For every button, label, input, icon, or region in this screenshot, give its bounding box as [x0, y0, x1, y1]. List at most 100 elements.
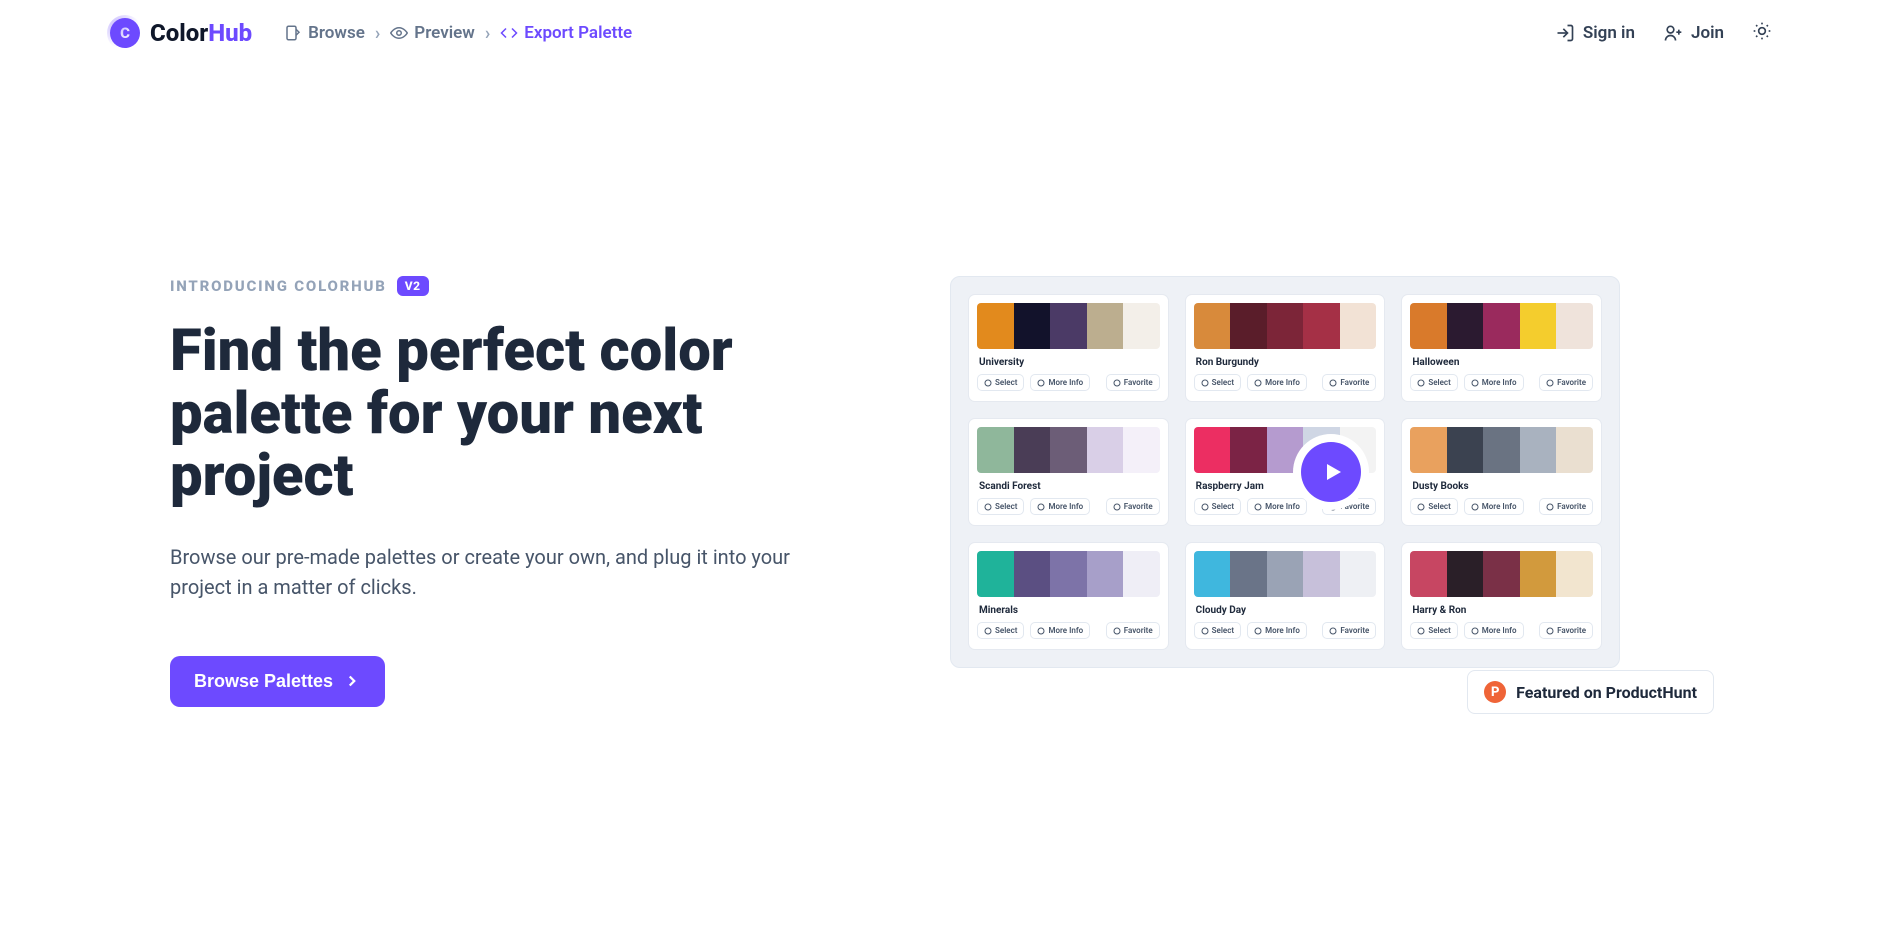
palette-name: Ron Burgundy	[1196, 357, 1375, 368]
swatches	[1410, 303, 1593, 349]
headline: Find the perfect color palette for your …	[170, 320, 810, 508]
play-button[interactable]	[1301, 442, 1361, 502]
more-info-button[interactable]: More Info	[1464, 498, 1524, 515]
palette-card: UniversitySelectMore InfoFavorite	[969, 295, 1168, 401]
swatch	[1483, 303, 1520, 349]
select-button[interactable]: Select	[977, 622, 1024, 639]
swatch	[1520, 303, 1557, 349]
swatch	[1194, 427, 1231, 473]
swatch	[1194, 551, 1231, 597]
swatches	[1410, 427, 1593, 473]
palette-actions: Select More Info Favorite	[1410, 374, 1593, 391]
nav-preview[interactable]: Preview	[390, 23, 475, 43]
swatch	[1014, 427, 1051, 473]
swatches	[1194, 303, 1377, 349]
version-badge: V2	[397, 276, 429, 296]
swatches	[1194, 551, 1377, 597]
breadcrumb: Browse › Preview › Export Palette	[284, 23, 632, 44]
palette-actions: Select More Info Favorite	[977, 374, 1160, 391]
swatch	[1087, 303, 1124, 349]
palette-card: HalloweenSelectMore InfoFavorite	[1402, 295, 1601, 401]
swatches	[977, 551, 1160, 597]
select-button[interactable]: Select	[1410, 498, 1457, 515]
favorite-button[interactable]: Favorite	[1539, 498, 1593, 515]
select-button[interactable]: Select	[1410, 374, 1457, 391]
swatch	[1303, 551, 1340, 597]
swatch	[1123, 551, 1160, 597]
preview-panel: UniversitySelectMore InfoFavoriteRon Bur…	[950, 276, 1712, 668]
swatch	[1014, 551, 1051, 597]
auth-actions: Sign in Join	[1555, 21, 1772, 46]
more-info-button[interactable]: More Info	[1464, 374, 1524, 391]
nav-export[interactable]: Export Palette	[500, 23, 632, 43]
palette-actions: Select More Info Favorite	[1194, 622, 1377, 639]
eyebrow: INTRODUCING COLORHUB V2	[170, 276, 890, 296]
browse-palettes-button[interactable]: Browse Palettes	[170, 656, 385, 707]
user-plus-icon	[1663, 23, 1683, 43]
select-button[interactable]: Select	[977, 498, 1024, 515]
more-info-button[interactable]: More Info	[1247, 622, 1307, 639]
logo-text: ColorHub	[150, 19, 252, 47]
swatch	[1050, 551, 1087, 597]
swatch	[1230, 551, 1267, 597]
nav-browse[interactable]: Browse	[284, 23, 365, 43]
more-info-button[interactable]: More Info	[1030, 622, 1090, 639]
swatch	[1267, 427, 1304, 473]
select-button[interactable]: Select	[1410, 622, 1457, 639]
select-button[interactable]: Select	[1194, 498, 1241, 515]
select-button[interactable]: Select	[1194, 622, 1241, 639]
palette-icon	[284, 24, 302, 42]
more-info-button[interactable]: More Info	[1247, 374, 1307, 391]
swatch	[977, 303, 1014, 349]
theme-toggle[interactable]	[1752, 21, 1772, 46]
code-icon	[500, 24, 518, 42]
swatch	[1520, 427, 1557, 473]
join-link[interactable]: Join	[1663, 23, 1724, 43]
favorite-button[interactable]: Favorite	[1106, 498, 1160, 515]
swatch	[1340, 551, 1377, 597]
select-button[interactable]: Select	[977, 374, 1024, 391]
palette-actions: Select More Info Favorite	[1410, 622, 1593, 639]
swatch	[1447, 551, 1484, 597]
swatch	[1123, 303, 1160, 349]
swatch	[1483, 551, 1520, 597]
favorite-button[interactable]: Favorite	[1106, 622, 1160, 639]
swatch	[1447, 303, 1484, 349]
favorite-button[interactable]: Favorite	[1322, 622, 1376, 639]
header: C ColorHub Browse › Preview › Export Pal…	[0, 0, 1882, 66]
palette-actions: SelectMore InfoFavorite	[1194, 498, 1377, 515]
swatch	[1483, 427, 1520, 473]
more-info-button[interactable]: More Info	[1030, 498, 1090, 515]
swatch	[1050, 303, 1087, 349]
swatch	[1410, 551, 1447, 597]
favorite-button[interactable]: Favorite	[1322, 374, 1376, 391]
producthunt-badge[interactable]: P Featured on ProductHunt	[1467, 670, 1714, 714]
more-info-button[interactable]: More Info	[1464, 622, 1524, 639]
swatch	[1050, 427, 1087, 473]
swatches	[977, 427, 1160, 473]
swatch	[1556, 427, 1593, 473]
swatch	[977, 551, 1014, 597]
select-button[interactable]: Select	[1194, 374, 1241, 391]
play-icon	[1321, 460, 1345, 484]
favorite-button[interactable]: Favorite	[1539, 374, 1593, 391]
favorite-button[interactable]: Favorite	[1539, 622, 1593, 639]
favorite-button[interactable]: Favorite	[1106, 374, 1160, 391]
logo[interactable]: C ColorHub	[110, 18, 252, 48]
palette-name: Dusty Books	[1412, 481, 1591, 492]
more-info-button[interactable]: More Info	[1247, 498, 1307, 515]
palette-name: Harry & Ron	[1412, 605, 1591, 616]
more-info-button[interactable]: More Info	[1030, 374, 1090, 391]
chevron-right-icon: ›	[375, 23, 380, 44]
swatch	[1410, 427, 1447, 473]
palette-actions: Select More Info Favorite	[1194, 374, 1377, 391]
swatches	[1410, 551, 1593, 597]
swatch	[1087, 427, 1124, 473]
swatch	[1556, 551, 1593, 597]
producthunt-icon: P	[1484, 681, 1506, 703]
chevron-right-icon	[343, 672, 361, 690]
palette-card: Dusty Books Select More Info Favorite	[1402, 419, 1601, 525]
swatch	[977, 427, 1014, 473]
palette-card: Ron Burgundy Select More Info Favorite	[1186, 295, 1385, 401]
signin-link[interactable]: Sign in	[1555, 23, 1635, 43]
